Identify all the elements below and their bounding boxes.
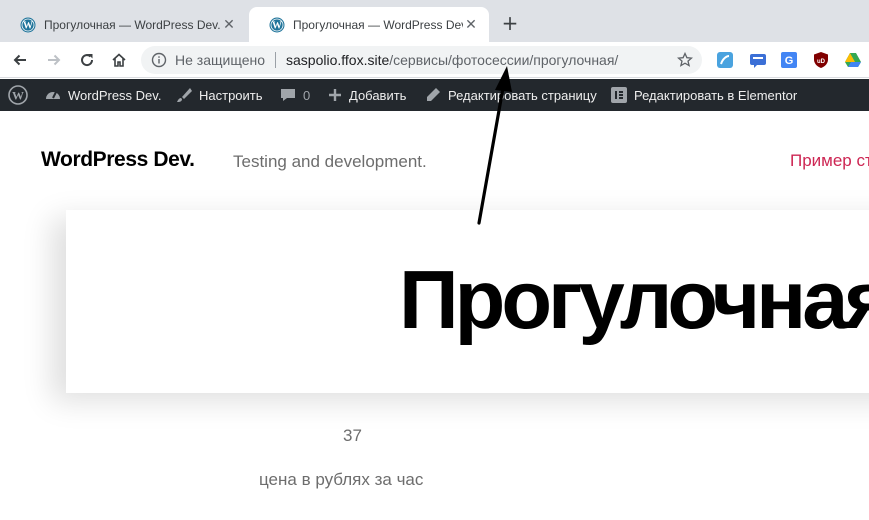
- elementor-icon: [611, 87, 627, 103]
- info-icon[interactable]: [151, 52, 167, 68]
- admin-comments-count: 0: [303, 87, 311, 103]
- admin-edit-elementor[interactable]: Редактировать в Elementor: [610, 79, 797, 111]
- new-tab-button[interactable]: +: [499, 13, 521, 35]
- url-text: saspolio.ffox.site/сервисы/фотосессии/пр…: [286, 52, 618, 68]
- tab-inactive[interactable]: W Прогулочная — WordPress Dev. ✕: [0, 7, 247, 42]
- url-host: saspolio.ffox.site: [286, 52, 390, 68]
- google-translate-icon[interactable]: G: [780, 51, 798, 69]
- entry-header-card: Прогулочная: [66, 210, 869, 393]
- reload-button[interactable]: [75, 48, 99, 72]
- wordpress-favicon-icon: W: [269, 17, 285, 32]
- site-description: Testing and development.: [233, 152, 427, 171]
- tab-title: Прогулочная — WordPress Dev.: [44, 17, 221, 32]
- price-value: 37: [343, 426, 362, 445]
- plus-icon: [329, 89, 341, 101]
- svg-text:W: W: [272, 20, 282, 31]
- admin-comments[interactable]: 0: [279, 79, 310, 111]
- admin-customize-label: Настроить: [199, 87, 263, 103]
- url-path: /сервисы/фотосессии/прогулочная/: [389, 52, 619, 68]
- forward-arrow-icon: [48, 54, 61, 66]
- admin-edit-elementor-label: Редактировать в Elementor: [634, 87, 798, 103]
- admin-site-name[interactable]: WordPress Dev.: [44, 79, 161, 111]
- address-bar[interactable]: Не защищено saspolio.ffox.site/сервисы/ф…: [141, 46, 702, 74]
- tab-active[interactable]: W Прогулочная — WordPress Dev. ✕: [249, 7, 489, 42]
- wp-admin-bar: W WordPress Dev. Настроить 0 Добавить Ре…: [0, 79, 869, 111]
- page-title: Прогулочная: [399, 253, 869, 346]
- browser-window: W Прогулочная — WordPress Dev. ✕ W Прогу…: [0, 0, 869, 520]
- admin-customize[interactable]: Настроить: [175, 79, 263, 111]
- site-header: WordPress Dev. Testing and development. …: [0, 111, 869, 211]
- back-arrow-icon: [13, 54, 26, 66]
- price-caption: цена в рублях за час: [259, 470, 424, 489]
- dashboard-gauge-icon: [46, 91, 60, 99]
- home-icon: [112, 53, 126, 67]
- paintbrush-icon: [177, 88, 192, 102]
- wordpress-logo-icon: W: [8, 85, 28, 105]
- forward-button[interactable]: [42, 48, 66, 72]
- chat-icon[interactable]: [749, 51, 767, 69]
- tab-close-icon[interactable]: ✕: [221, 17, 237, 33]
- address-separator: [275, 52, 276, 68]
- home-button[interactable]: [107, 48, 131, 72]
- browser-toolbar: Не защищено saspolio.ffox.site/сервисы/ф…: [0, 42, 869, 78]
- comment-bubble-icon: [281, 89, 295, 101]
- primary-menu-item[interactable]: Пример ст: [790, 151, 869, 171]
- security-label: Не защищено: [175, 52, 265, 68]
- pencil-icon: [427, 88, 440, 101]
- admin-site-name-label: WordPress Dev.: [68, 87, 162, 103]
- back-button[interactable]: [8, 48, 32, 72]
- svg-text:uD: uD: [817, 59, 826, 65]
- admin-add-new[interactable]: Добавить: [327, 79, 406, 111]
- admin-edit-page[interactable]: Редактировать страницу: [424, 79, 597, 111]
- translate-icon[interactable]: [716, 51, 734, 69]
- reload-icon: [81, 54, 94, 67]
- tab-title: Прогулочная — WordPress Dev.: [293, 17, 463, 32]
- ublock-icon[interactable]: uD: [812, 51, 830, 69]
- svg-text:W: W: [12, 89, 24, 103]
- admin-add-new-label: Добавить: [349, 87, 407, 103]
- bookmark-star-icon[interactable]: [677, 52, 693, 68]
- wp-logo-button[interactable]: W: [8, 79, 34, 111]
- wordpress-favicon-icon: W: [20, 17, 36, 32]
- tab-close-icon[interactable]: ✕: [463, 17, 479, 33]
- drive-icon[interactable]: [844, 51, 862, 69]
- admin-edit-page-label: Редактировать страницу: [448, 87, 597, 103]
- svg-text:W: W: [23, 20, 33, 31]
- site-title[interactable]: WordPress Dev.: [41, 148, 195, 172]
- svg-text:G: G: [785, 55, 794, 67]
- tab-strip: W Прогулочная — WordPress Dev. ✕ W Прогу…: [0, 0, 869, 42]
